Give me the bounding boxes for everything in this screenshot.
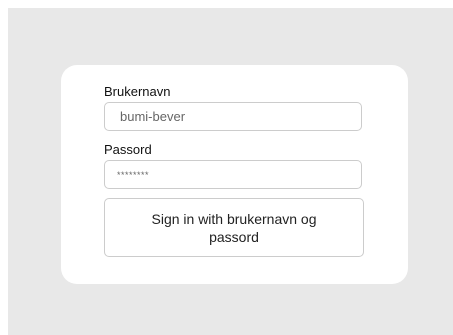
password-label: Passord — [104, 142, 152, 157]
username-value: bumi-bever — [120, 109, 186, 124]
username-label: Brukernavn — [104, 84, 171, 99]
login-card: Brukernavn bumi-bever Passord ******** S… — [61, 65, 408, 284]
sign-in-button[interactable]: Sign in with brukernavn og passord — [104, 198, 364, 257]
password-field[interactable]: ******** — [104, 160, 362, 189]
username-field[interactable]: bumi-bever — [104, 102, 362, 131]
password-value: ******** — [117, 169, 150, 180]
